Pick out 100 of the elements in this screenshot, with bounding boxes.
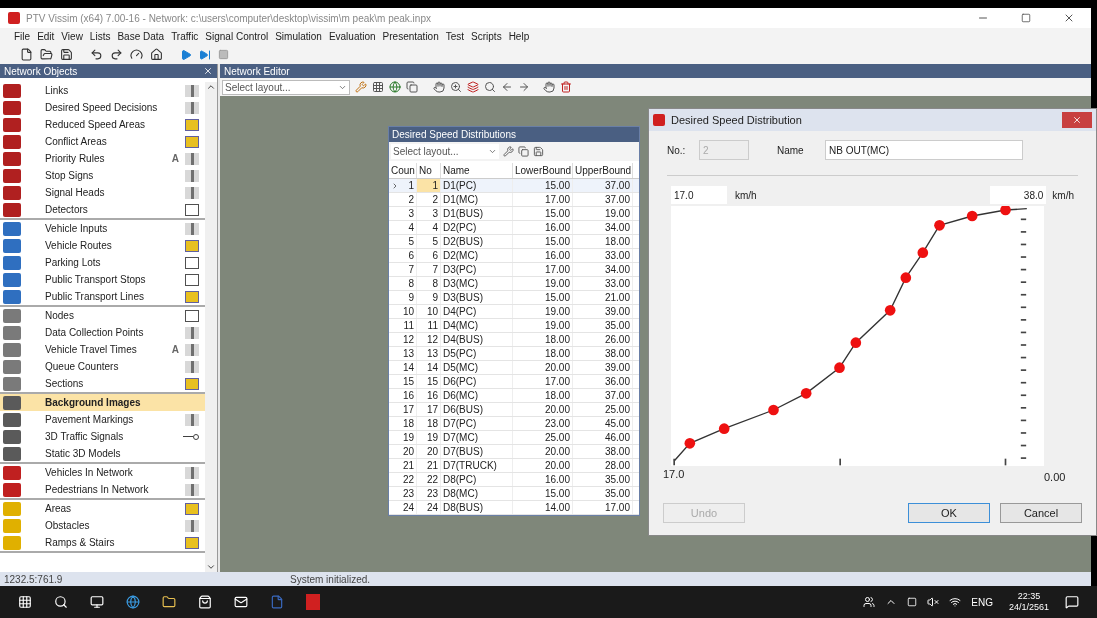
hand-icon[interactable] — [433, 81, 445, 93]
object-list-item[interactable]: Links — [0, 82, 205, 99]
object-list-item[interactable]: Stop Signs — [0, 167, 205, 184]
new-file-icon[interactable] — [20, 48, 33, 61]
table-row[interactable]: 13 13 D5(PC) 18.00 38.00 — [389, 347, 639, 361]
layers-icon[interactable] — [467, 81, 479, 93]
table-row[interactable]: 23 23 D8(MC) 15.00 35.00 — [389, 487, 639, 501]
menu-item[interactable]: View — [61, 29, 83, 44]
layout-select[interactable]: Select layout... — [222, 79, 350, 95]
object-list-item[interactable]: Nodes — [0, 307, 205, 324]
column-header[interactable]: LowerBound — [513, 163, 573, 178]
step-forward-icon[interactable] — [199, 48, 211, 61]
object-list-item[interactable]: Parking Lots — [0, 254, 205, 271]
close-icon[interactable] — [1063, 12, 1075, 24]
menu-item[interactable]: Presentation — [382, 29, 439, 44]
table-row[interactable]: 17 17 D6(BUS) 20.00 25.00 — [389, 403, 639, 417]
menu-item[interactable]: Simulation — [275, 29, 322, 44]
folder-icon[interactable] — [162, 595, 176, 609]
wrench-icon[interactable] — [355, 81, 367, 93]
layout-select[interactable]: Select layout... — [391, 144, 499, 159]
zoom-icon[interactable] — [450, 81, 462, 93]
table-row[interactable]: 11 11 D4(MC) 19.00 35.00 — [389, 319, 639, 333]
table-row[interactable]: 18 18 D7(PC) 23.00 45.00 — [389, 417, 639, 431]
wifi-icon[interactable] — [949, 596, 962, 608]
hand-icon[interactable] — [543, 81, 555, 93]
clock[interactable]: 22:35 24/1/2561 — [1008, 591, 1049, 613]
save-icon[interactable] — [60, 48, 73, 61]
table-row[interactable]: 5 5 D2(BUS) 15.00 18.00 — [389, 235, 639, 249]
scroll-down-icon[interactable] — [206, 562, 216, 572]
store-icon[interactable] — [198, 595, 212, 609]
table-row[interactable]: 14 14 D5(MC) 20.00 39.00 — [389, 361, 639, 375]
object-list-item[interactable]: 3D Traffic Signals — [0, 428, 205, 445]
table-row[interactable]: 24 24 D8(BUS) 14.00 17.00 — [389, 501, 639, 515]
people-icon[interactable] — [863, 596, 876, 608]
object-list-item[interactable]: Areas — [0, 500, 205, 517]
copy-icon[interactable] — [518, 146, 529, 157]
table-row[interactable]: 22 22 D8(PC) 16.00 35.00 — [389, 473, 639, 487]
object-list-item[interactable]: Static 3D Models — [0, 445, 205, 462]
object-list-item[interactable]: Public Transport Stops — [0, 271, 205, 288]
save-icon[interactable] — [533, 146, 544, 157]
globe-icon[interactable] — [389, 81, 401, 93]
maximize-icon[interactable] — [1021, 13, 1031, 23]
object-list-item[interactable]: Sections — [0, 375, 205, 392]
scrollbar[interactable] — [205, 82, 217, 572]
menu-item[interactable]: Edit — [37, 29, 55, 44]
min-speed-field[interactable]: 17.0 — [671, 186, 727, 204]
object-list-item[interactable]: Obstacles — [0, 517, 205, 534]
muted-speaker-icon[interactable] — [927, 596, 940, 608]
table-row[interactable]: 19 19 D7(MC) 25.00 46.00 — [389, 431, 639, 445]
max-speed-field[interactable]: 38.0 — [990, 186, 1047, 204]
table-row[interactable]: 21 21 D7(TRUCK) 20.00 28.00 — [389, 459, 639, 473]
object-list-item[interactable]: Vehicle Inputs — [0, 220, 205, 237]
object-list-item[interactable]: Desired Speed Decisions — [0, 99, 205, 116]
table-row[interactable]: 12 12 D4(BUS) 18.00 26.00 — [389, 333, 639, 347]
table-row[interactable]: 6 6 D2(MC) 16.00 33.00 — [389, 249, 639, 263]
object-list-item[interactable]: Vehicle Travel Times A — [0, 341, 205, 358]
menu-item[interactable]: Base Data — [117, 29, 165, 44]
object-list-item[interactable]: Pavement Markings — [0, 411, 205, 428]
object-list-item[interactable]: Conflict Areas — [0, 133, 205, 150]
menu-item[interactable]: Help — [508, 29, 530, 44]
column-header[interactable]: Coun — [389, 163, 417, 178]
close-button[interactable] — [1062, 112, 1092, 128]
play-icon[interactable] — [180, 48, 192, 61]
object-list-item[interactable]: Signal Heads — [0, 184, 205, 201]
mail-icon[interactable] — [234, 595, 248, 609]
table-row[interactable]: 1 1 D1(PC) 15.00 37.00 — [389, 179, 639, 193]
forward-icon[interactable] — [518, 81, 530, 93]
wrench-icon[interactable] — [503, 146, 514, 157]
copy-icon[interactable] — [406, 81, 418, 93]
notifications-icon[interactable] — [1065, 595, 1079, 609]
menu-item[interactable]: File — [14, 29, 31, 44]
menu-item[interactable]: Scripts — [471, 29, 502, 44]
object-list-item[interactable]: Ramps & Stairs — [0, 534, 205, 551]
table-row[interactable]: 2 2 D1(MC) 17.00 37.00 — [389, 193, 639, 207]
object-list-item[interactable]: Pedestrians In Network — [0, 481, 205, 498]
table-row[interactable]: 4 4 D2(PC) 16.00 34.00 — [389, 221, 639, 235]
table-row[interactable]: 8 8 D3(MC) 19.00 33.00 — [389, 277, 639, 291]
table-row[interactable]: 10 10 D4(PC) 19.00 39.00 — [389, 305, 639, 319]
object-list-item[interactable]: Background Images — [0, 394, 205, 411]
menu-item[interactable]: Signal Control — [205, 29, 269, 44]
table-row[interactable]: 16 16 D6(MC) 18.00 37.00 — [389, 389, 639, 403]
undo-icon[interactable] — [90, 48, 103, 61]
object-list-item[interactable]: Reduced Speed Areas — [0, 116, 205, 133]
table-row[interactable]: 20 20 D7(BUS) 20.00 38.00 — [389, 445, 639, 459]
scroll-up-icon[interactable] — [206, 82, 216, 92]
table-row[interactable]: 9 9 D3(BUS) 15.00 21.00 — [389, 291, 639, 305]
table-row[interactable]: 15 15 D6(PC) 17.00 36.00 — [389, 375, 639, 389]
browser-icon[interactable] — [126, 595, 140, 609]
close-icon[interactable] — [203, 66, 213, 76]
dialog-button[interactable]: OK — [908, 503, 990, 523]
redo-icon[interactable] — [110, 48, 123, 61]
house-icon[interactable] — [150, 48, 163, 61]
object-list-item[interactable]: Detectors — [0, 201, 205, 218]
menu-item[interactable]: Traffic — [171, 29, 199, 44]
document-icon[interactable] — [270, 595, 284, 609]
table-row[interactable]: 7 7 D3(PC) 17.00 34.00 — [389, 263, 639, 277]
name-field[interactable]: NB OUT(MC) — [825, 140, 1023, 160]
menu-item[interactable]: Lists — [89, 29, 111, 44]
object-list-item[interactable]: Priority Rules A — [0, 150, 205, 167]
dialog-button[interactable]: Cancel — [1000, 503, 1082, 523]
